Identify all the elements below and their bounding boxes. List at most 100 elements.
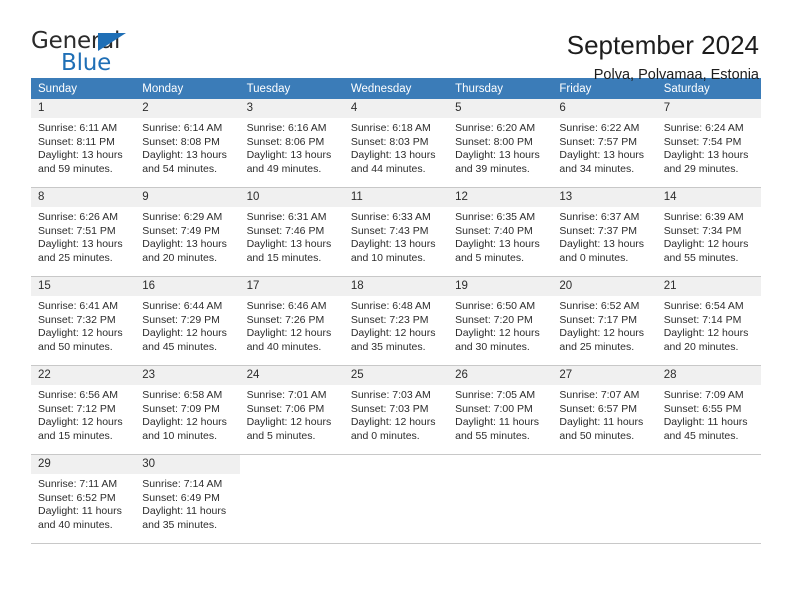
day-number: 2	[142, 102, 149, 114]
day-cell[interactable]: 14 Sunrise: 6:39 AM Sunset: 7:34 PM Dayl…	[656, 188, 761, 276]
day-cell[interactable]: 25 Sunrise: 7:03 AM Sunset: 7:03 PM Dayl…	[343, 366, 449, 454]
day-cell[interactable]: 11 Sunrise: 6:33 AM Sunset: 7:43 PM Dayl…	[343, 188, 449, 276]
day-cell[interactable]: 26 Sunrise: 7:05 AM Sunset: 7:00 PM Dayl…	[448, 366, 553, 454]
day-cell[interactable]: 3 Sunrise: 6:16 AM Sunset: 8:06 PM Dayli…	[239, 99, 344, 187]
week-row: 29 Sunrise: 7:11 AM Sunset: 6:52 PM Dayl…	[31, 455, 761, 544]
day-cell[interactable]: 13 Sunrise: 6:37 AM Sunset: 7:37 PM Dayl…	[552, 188, 657, 276]
day-number-bar: 23	[135, 366, 240, 385]
sunrise-text: Sunrise: 7:09 AM	[663, 389, 744, 401]
weekday-header-friday: Friday	[559, 83, 592, 95]
day-number: 6	[559, 102, 566, 114]
daylight-text: Daylight: 12 hours and 55 minutes.	[663, 238, 749, 264]
sunset-text: Sunset: 8:08 PM	[142, 135, 220, 148]
day-number: 11	[350, 191, 363, 203]
title-block: September 2024 Polva, Polvamaa, Estonia	[567, 30, 761, 85]
day-cell[interactable]: 22 Sunrise: 6:56 AM Sunset: 7:12 PM Dayl…	[31, 366, 136, 454]
day-cell-empty	[657, 455, 761, 543]
sunrise-text: Sunrise: 6:16 AM	[246, 122, 327, 134]
sunrise-text: Sunrise: 6:35 AM	[455, 211, 536, 223]
sunset-text: Sunset: 6:52 PM	[38, 491, 116, 504]
day-cell[interactable]: 20 Sunrise: 6:52 AM Sunset: 7:17 PM Dayl…	[552, 277, 657, 365]
day-number: 28	[663, 369, 677, 381]
day-info: Sunrise: 6:33 AM Sunset: 7:43 PM Dayligh…	[344, 207, 448, 265]
daylight-text: Daylight: 12 hours and 5 minutes.	[246, 416, 332, 442]
daylight-text: Daylight: 11 hours and 50 minutes.	[559, 416, 644, 442]
day-number: 19	[455, 280, 468, 292]
day-cell[interactable]: 30 Sunrise: 7:14 AM Sunset: 6:49 PM Dayl…	[135, 455, 240, 543]
sunrise-text: Sunrise: 6:46 AM	[246, 300, 327, 312]
day-number-bar: 21	[656, 277, 761, 296]
day-number: 1	[38, 102, 45, 114]
day-info: Sunrise: 6:24 AM Sunset: 7:54 PM Dayligh…	[657, 118, 761, 176]
day-cell[interactable]: 17 Sunrise: 6:46 AM Sunset: 7:26 PM Dayl…	[239, 277, 344, 365]
sunset-text: Sunset: 6:55 PM	[663, 402, 742, 415]
sunset-text: Sunset: 7:40 PM	[455, 224, 533, 237]
day-cell[interactable]: 4 Sunrise: 6:18 AM Sunset: 8:03 PM Dayli…	[343, 99, 449, 187]
day-cell[interactable]: 9 Sunrise: 6:29 AM Sunset: 7:49 PM Dayli…	[135, 188, 240, 276]
sunrise-text: Sunrise: 6:39 AM	[663, 211, 744, 223]
day-cell[interactable]: 23 Sunrise: 6:58 AM Sunset: 7:09 PM Dayl…	[135, 366, 240, 454]
sunset-text: Sunset: 6:49 PM	[142, 491, 220, 504]
sunrise-text: Sunrise: 6:31 AM	[246, 211, 327, 223]
day-cell[interactable]: 15 Sunrise: 6:41 AM Sunset: 7:32 PM Dayl…	[31, 277, 136, 365]
day-number-bar	[552, 455, 656, 474]
day-cell[interactable]: 1 Sunrise: 6:11 AM Sunset: 8:11 PM Dayli…	[31, 99, 136, 187]
daylight-text: Daylight: 13 hours and 25 minutes.	[38, 238, 123, 264]
day-number: 21	[663, 280, 677, 292]
sunrise-text: Sunrise: 6:37 AM	[559, 211, 640, 223]
day-cell[interactable]: 7 Sunrise: 6:24 AM Sunset: 7:54 PM Dayli…	[656, 99, 761, 187]
daylight-text: Daylight: 13 hours and 29 minutes.	[663, 149, 749, 175]
day-number-bar: 14	[656, 188, 761, 207]
sunrise-text: Sunrise: 7:07 AM	[559, 389, 640, 401]
day-number-bar: 6	[552, 99, 657, 118]
sunrise-text: Sunrise: 6:52 AM	[559, 300, 640, 312]
day-number: 20	[559, 280, 573, 292]
week-row: 1 Sunrise: 6:11 AM Sunset: 8:11 PM Dayli…	[31, 99, 761, 188]
day-cell-empty	[552, 455, 656, 543]
day-number-bar: 20	[552, 277, 657, 296]
sunrise-text: Sunrise: 6:20 AM	[455, 122, 536, 134]
sunrise-text: Sunrise: 6:14 AM	[142, 122, 223, 134]
sunset-text: Sunset: 7:17 PM	[559, 313, 638, 326]
daylight-text: Daylight: 13 hours and 34 minutes.	[559, 149, 645, 175]
sunrise-text: Sunrise: 6:50 AM	[455, 300, 536, 312]
day-cell[interactable]: 19 Sunrise: 6:50 AM Sunset: 7:20 PM Dayl…	[448, 277, 553, 365]
day-cell[interactable]: 10 Sunrise: 6:31 AM Sunset: 7:46 PM Dayl…	[239, 188, 344, 276]
day-number-bar: 29	[31, 455, 136, 474]
triangle-icon	[98, 33, 126, 51]
day-number-bar	[657, 455, 761, 474]
day-info: Sunrise: 7:01 AM Sunset: 7:06 PM Dayligh…	[240, 385, 344, 443]
day-cell[interactable]: 21 Sunrise: 6:54 AM Sunset: 7:14 PM Dayl…	[656, 277, 761, 365]
day-cell[interactable]: 12 Sunrise: 6:35 AM Sunset: 7:40 PM Dayl…	[448, 188, 553, 276]
day-cell[interactable]: 27 Sunrise: 7:07 AM Sunset: 6:57 PM Dayl…	[552, 366, 657, 454]
day-number: 22	[38, 369, 51, 381]
day-info: Sunrise: 6:50 AM Sunset: 7:20 PM Dayligh…	[448, 296, 552, 354]
day-info: Sunrise: 7:07 AM Sunset: 6:57 PM Dayligh…	[552, 385, 656, 443]
sunrise-text: Sunrise: 7:01 AM	[246, 389, 327, 401]
day-cell[interactable]: 28 Sunrise: 7:09 AM Sunset: 6:55 PM Dayl…	[656, 366, 761, 454]
daylight-text: Daylight: 11 hours and 35 minutes.	[142, 505, 227, 531]
day-cell[interactable]: 6 Sunrise: 6:22 AM Sunset: 7:57 PM Dayli…	[552, 99, 657, 187]
day-cell[interactable]: 18 Sunrise: 6:48 AM Sunset: 7:23 PM Dayl…	[343, 277, 449, 365]
day-cell[interactable]: 5 Sunrise: 6:20 AM Sunset: 8:00 PM Dayli…	[448, 99, 553, 187]
sunset-text: Sunset: 7:26 PM	[246, 313, 325, 326]
sunset-text: Sunset: 7:14 PM	[663, 313, 742, 326]
day-number-bar: 24	[239, 366, 344, 385]
day-number	[240, 455, 344, 458]
day-number-bar: 10	[239, 188, 344, 207]
day-cell[interactable]: 29 Sunrise: 7:11 AM Sunset: 6:52 PM Dayl…	[31, 455, 136, 543]
day-number: 14	[663, 191, 677, 203]
sunset-text: Sunset: 7:09 PM	[142, 402, 220, 415]
brand-logo[interactable]: General Blue	[31, 30, 151, 78]
day-number-bar: 22	[31, 366, 136, 385]
day-cell[interactable]: 2 Sunrise: 6:14 AM Sunset: 8:08 PM Dayli…	[135, 99, 240, 187]
day-number: 29	[38, 458, 51, 470]
day-number: 9	[142, 191, 149, 203]
day-cell[interactable]: 24 Sunrise: 7:01 AM Sunset: 7:06 PM Dayl…	[239, 366, 344, 454]
page-header: General Blue September 2024 Polva, Polva…	[31, 0, 761, 84]
day-number: 23	[142, 369, 156, 381]
day-cell[interactable]: 16 Sunrise: 6:44 AM Sunset: 7:29 PM Dayl…	[135, 277, 240, 365]
day-cell[interactable]: 8 Sunrise: 6:26 AM Sunset: 7:51 PM Dayli…	[31, 188, 136, 276]
day-number	[448, 455, 552, 458]
day-number-bar: 15	[31, 277, 136, 296]
